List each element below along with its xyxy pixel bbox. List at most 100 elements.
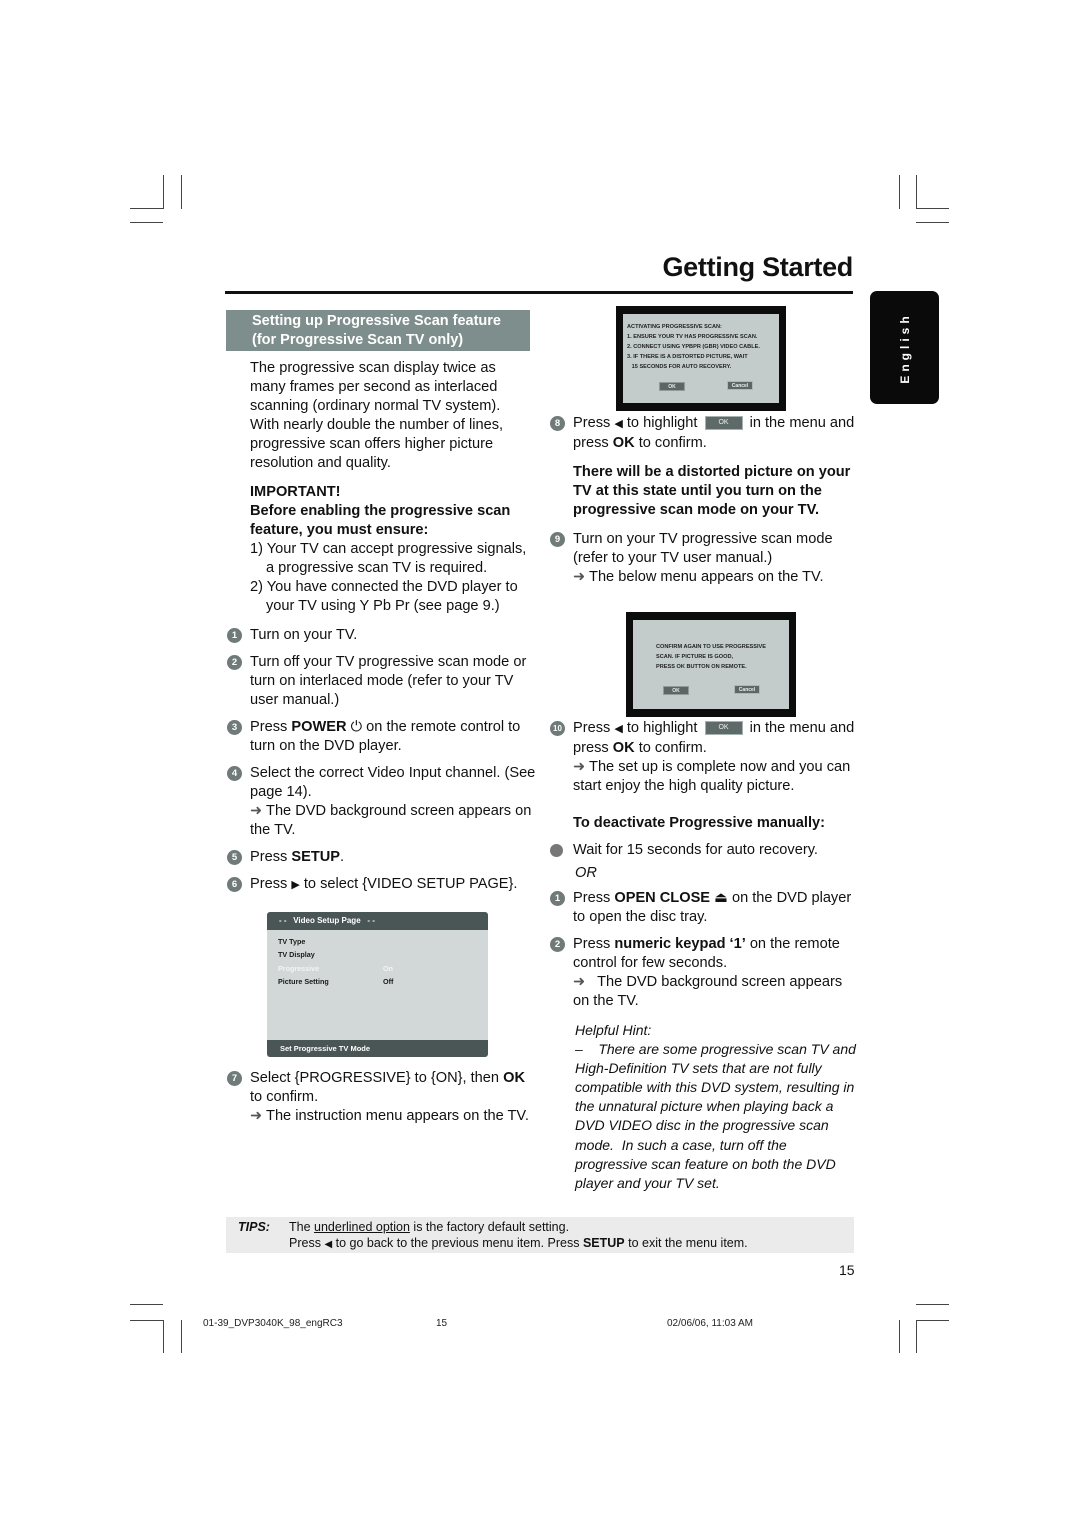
dialog-line: PRESS OK BUTTON ON REMOTE.: [656, 664, 747, 670]
menu-row-picture-setting: Picture Setting Off: [278, 977, 393, 986]
dialog-line: SCAN. IF PICTURE IS GOOD,: [656, 654, 734, 660]
step-number-badge: 2: [550, 937, 565, 952]
tips-line-1: The underlined option is the factory def…: [289, 1219, 569, 1236]
tips-text: is the factory default setting.: [409, 1220, 570, 1234]
step-number-badge: 7: [227, 1071, 242, 1086]
title-rule: [225, 291, 853, 294]
step-number-badge: 5: [227, 850, 242, 865]
step-result: The set up is complete now and you can s…: [573, 759, 851, 794]
step-text: Wait for 15 seconds for auto recovery.: [573, 842, 818, 858]
step-text: Press: [573, 415, 615, 431]
intro-line: resolution and quality.: [250, 455, 391, 471]
print-footer-file: 01-39_DVP3040K_98_engRC3: [203, 1318, 343, 1329]
step-number-badge: 9: [550, 532, 565, 547]
step-5: 5 Press SETUP.: [226, 848, 536, 867]
step-result: The DVD background screen appears on the…: [250, 803, 532, 838]
step-text: Press: [573, 890, 615, 906]
crop-mark: [163, 175, 164, 209]
intro-line: scanning (ordinary normal TV system).: [250, 398, 501, 414]
crop-mark: [916, 1304, 949, 1305]
crop-mark: [130, 222, 163, 223]
right-arrow-icon: ▶: [291, 879, 300, 891]
step-6: 6 Press ▶ to select {VIDEO SETUP PAGE}.: [226, 875, 536, 895]
right-column-upper: 8 Press ◀ to highlight OK in the menu an…: [549, 414, 859, 587]
step-text: Press: [250, 876, 292, 892]
step-text: to highlight: [622, 720, 702, 736]
step-text: Press: [250, 849, 292, 865]
step-9: 9 Turn on your TV progressive scan mode …: [549, 530, 859, 587]
or-text: OR: [575, 865, 597, 881]
deactivate-step-1: 1 Press OPEN CLOSE ⏏ on the DVD player t…: [549, 889, 859, 927]
key-name: OK: [503, 1070, 525, 1086]
dialog-line: 2. CONNECT USING YPBPR (GBR) VIDEO CABLE…: [627, 344, 760, 350]
dialog-ok-button[interactable]: OK: [663, 686, 689, 695]
intro-line: progressive scan offers higher picture: [250, 436, 494, 452]
dialog-line: CONFIRM AGAIN TO USE PROGRESSIVE: [656, 644, 767, 650]
crop-mark: [916, 1320, 949, 1321]
helpful-hint-title: Helpful Hint:: [575, 1022, 652, 1038]
step-text: Press: [573, 720, 615, 736]
intro-line: The progressive scan display twice as: [250, 360, 496, 376]
step-number-badge: 1: [550, 891, 565, 906]
step-4: 4 Select the correct Video Input channel…: [226, 764, 536, 840]
result-arrow-icon: ➜: [573, 974, 586, 990]
step-result: The instruction menu appears on the TV.: [266, 1108, 529, 1124]
menu-row-tv-display: TV Display: [278, 950, 315, 959]
key-name: OK: [612, 435, 635, 451]
step-text: .: [340, 849, 345, 865]
important-sub-line: feature, you must ensure:: [250, 522, 429, 538]
bullet-icon: [550, 844, 563, 857]
tips-text: The: [289, 1220, 315, 1234]
ok-button-chip: OK: [704, 416, 743, 431]
dialog-cancel-button[interactable]: Cancel: [734, 685, 760, 694]
language-tab-label: English: [897, 311, 912, 384]
key-name: OPEN CLOSE: [614, 890, 711, 906]
menu-row-progressive: Progressive On: [278, 964, 393, 973]
distortion-warning: There will be a distorted picture on you…: [573, 464, 851, 518]
tips-text: Press: [289, 1236, 325, 1250]
deactivate-heading: To deactivate Progressive manually:: [573, 815, 825, 831]
print-footer-datetime: 02/06/06, 11:03 AM: [667, 1318, 753, 1329]
dialog-line: 15 SECONDS FOR AUTO RECOVERY.: [627, 364, 732, 370]
helpful-hint-text: – There are some progressive scan TV and…: [575, 1041, 860, 1191]
tips-underlined-text: underlined option: [314, 1220, 410, 1234]
step-3: 3 Press POWER ⏻ on the remote control to…: [226, 718, 536, 756]
dialog-ok-button[interactable]: OK: [659, 382, 685, 391]
crop-mark: [916, 208, 949, 209]
step-text: to select {VIDEO SETUP PAGE}.: [299, 876, 518, 892]
deactivate-step-2: 2 Press numeric keypad ‘1’ on the remote…: [549, 935, 859, 1011]
menu-row-value: Off: [383, 977, 394, 986]
step-text: to confirm.: [250, 1089, 319, 1105]
step-text: Select {PROGRESSIVE} to {ON}, then: [250, 1070, 504, 1086]
menu-row-value: On: [383, 964, 393, 973]
step-number-badge: 1: [227, 628, 242, 643]
right-column-lower: 10 Press ◀ to highlight OK in the menu a…: [549, 719, 859, 1193]
page-title: Getting Started: [662, 252, 853, 282]
key-name: SETUP: [582, 1236, 625, 1250]
key-name: numeric keypad ‘1’: [614, 936, 746, 952]
key-name: OK: [612, 740, 635, 756]
important-subheading: Before enabling the progressive scan fea…: [226, 502, 536, 540]
step-text: Turn on your TV progressive scan mode (r…: [573, 531, 833, 566]
left-arrow-icon: ◀: [614, 418, 623, 430]
tips-text: to go back to the previous menu item. Pr…: [332, 1236, 583, 1250]
step-text: Select the correct Video Input channel. …: [250, 765, 536, 800]
crop-mark: [181, 1320, 182, 1353]
eject-icon: ⏏: [714, 890, 728, 906]
step-number-badge: 8: [550, 416, 565, 431]
dialog-line: 1. ENSURE YOUR TV HAS PROGRESSIVE SCAN.: [627, 334, 758, 340]
left-arrow-icon: ◀: [614, 723, 623, 735]
dialog-cancel-button[interactable]: Cancel: [727, 381, 753, 390]
menu-row-label: TV Type: [278, 937, 306, 946]
step-7: 7 Select {PROGRESSIVE} to {ON}, then OK …: [226, 1069, 536, 1126]
power-icon: ⏻: [350, 719, 363, 735]
crop-mark: [899, 175, 900, 209]
section-heading: Setting up Progressive Scan feature (for…: [226, 310, 530, 351]
step-text: Press: [250, 719, 292, 735]
result-arrow-icon: ➜: [250, 803, 263, 819]
step-2: 2 Turn off your TV progressive scan mode…: [226, 653, 536, 710]
activating-dialog-screen: ACTIVATING PROGRESSIVE SCAN: 1. ENSURE Y…: [616, 306, 786, 411]
menu-footer: Set Progressive TV Mode: [267, 1040, 488, 1057]
crop-mark: [916, 175, 917, 209]
step-1: 1 Turn on your TV.: [226, 626, 536, 645]
